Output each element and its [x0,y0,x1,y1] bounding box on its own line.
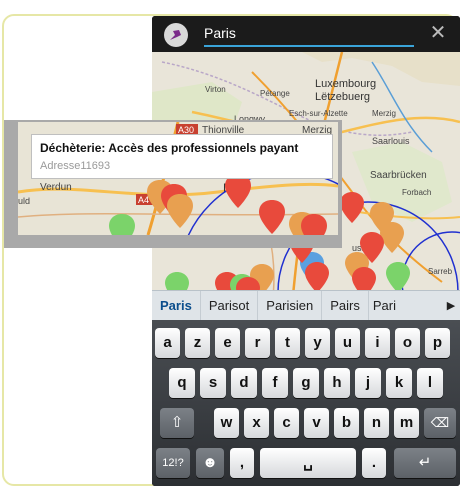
map-label-petange: Pétange [260,89,290,98]
map-marker[interactable] [109,214,135,235]
emoji-icon[interactable]: ☻ [196,448,224,478]
phone-screen: ✕ Luxembourg Lëtzebuerg Virton Pétange L… [152,16,460,486]
map-label-virton: Virton [205,85,226,94]
map-label-saarlouis: Saarlouis [372,136,410,146]
map-label-esch: Esch-sur-Alzette [289,109,348,118]
key-z[interactable]: z [185,328,210,358]
key-d[interactable]: d [231,368,257,398]
triangle-right-icon[interactable]: ▶ [442,291,460,321]
key-f[interactable]: f [262,368,288,398]
map-marker[interactable] [301,214,327,235]
backspace-icon[interactable]: ⌫ [424,408,456,438]
map-label-verdun: Verdun [40,182,72,193]
key-w[interactable]: w [214,408,239,438]
key-x[interactable]: x [244,408,269,438]
key-y[interactable]: y [305,328,330,358]
suggestion-item[interactable]: Parisien [258,291,323,321]
map-label-sarreb: Sarreb [428,267,453,276]
key-a[interactable]: a [155,328,180,358]
enter-icon[interactable]: ↵ [394,448,456,478]
suggestion-item[interactable]: Paris [152,291,201,321]
key-u[interactable]: u [335,328,360,358]
key-n[interactable]: n [364,408,389,438]
comma-key[interactable]: , [230,448,254,478]
suggestion-item[interactable]: Parisot [201,291,259,321]
key-c[interactable]: c [274,408,299,438]
key-i[interactable]: i [365,328,390,358]
keyboard: a z e r t y u i o p q s d f g h j k l ⇧ … [152,320,460,486]
map-label-luxembourg: Luxembourg [315,78,376,90]
period-key[interactable]: . [362,448,386,478]
search-input[interactable] [204,21,414,47]
suggestion-item[interactable]: Pari [369,291,403,321]
map-label-forbach: Forbach [402,188,431,197]
close-icon[interactable]: ✕ [426,20,450,44]
key-j[interactable]: j [355,368,381,398]
map-label-uld: uld [18,196,30,206]
suggestion-item[interactable]: Pairs [322,291,369,321]
popup-title: Déchèterie: Accès des professionnels pay… [40,141,299,155]
key-q[interactable]: q [169,368,195,398]
shift-icon[interactable]: ⇧ [160,408,194,438]
key-t[interactable]: t [275,328,300,358]
search-bar: ✕ [152,16,460,52]
key-v[interactable]: v [304,408,329,438]
key-k[interactable]: k [386,368,412,398]
key-h[interactable]: h [324,368,350,398]
app-logo-icon[interactable] [164,23,188,47]
road-label-a4: A4 [138,195,149,205]
space-key[interactable]: ␣ [260,448,356,478]
map-label-letzebuerg: Lëtzebuerg [315,91,370,103]
key-o[interactable]: o [395,328,420,358]
key-e[interactable]: e [215,328,240,358]
key-p[interactable]: p [425,328,450,358]
map-label-saarbrucken: Saarbrücken [370,170,427,181]
key-g[interactable]: g [293,368,319,398]
suggestion-bar: Paris Parisot Parisien Pairs Pari ▶ [152,290,460,321]
symbols-key[interactable]: 12!? [156,448,190,478]
key-b[interactable]: b [334,408,359,438]
key-l[interactable]: l [417,368,443,398]
key-s[interactable]: s [200,368,226,398]
map-label-merzig: Merzig [372,109,396,118]
popup-subtitle: Adresse11693 [40,160,111,172]
key-r[interactable]: r [245,328,270,358]
info-popup[interactable]: Déchèterie: Accès des professionnels pay… [31,134,333,179]
key-m[interactable]: m [394,408,419,438]
